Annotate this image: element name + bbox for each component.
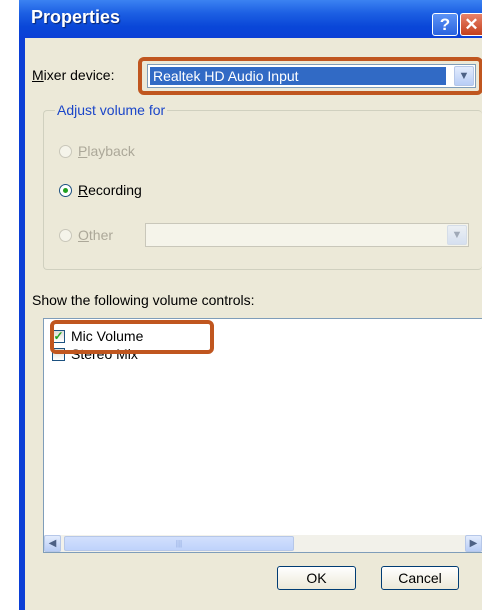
other-device-dropdown[interactable]: ▼ bbox=[145, 223, 469, 247]
window-title: Properties bbox=[31, 7, 121, 27]
help-button[interactable]: ? bbox=[432, 13, 458, 36]
radio-other-accel: O bbox=[78, 227, 89, 243]
radio-playback-label: Playback bbox=[78, 143, 135, 159]
mixer-label-accel: M bbox=[32, 67, 44, 83]
radio-other-rest: ther bbox=[88, 227, 114, 243]
cancel-button[interactable]: Cancel bbox=[381, 566, 459, 590]
radio-recording-label: Recording bbox=[78, 182, 142, 198]
scroll-right-icon[interactable]: ▶ bbox=[465, 535, 482, 552]
radio-recording-accel: R bbox=[78, 182, 89, 198]
radio-recording-rest: ecording bbox=[88, 182, 142, 198]
mixer-label-rest: ixer device: bbox=[43, 67, 115, 83]
title-bar[interactable]: Properties ? ✕ bbox=[19, 0, 482, 38]
radio-other-label: Other bbox=[78, 227, 113, 243]
chevron-down-icon[interactable]: ▼ bbox=[447, 225, 467, 245]
mixer-device-label: Mixer device: bbox=[32, 67, 114, 83]
horizontal-scrollbar[interactable]: ◀ ||| ▶ bbox=[44, 535, 482, 552]
properties-dialog: Properties ? ✕ Mixer device: Realtek HD … bbox=[19, 0, 482, 610]
radio-playback-accel: P bbox=[78, 143, 88, 159]
radio-playback-rest: layback bbox=[87, 143, 135, 159]
radio-selected-dot bbox=[63, 188, 68, 193]
scroll-thumb[interactable]: ||| bbox=[64, 536, 294, 551]
adjust-volume-title: Adjust volume for bbox=[55, 102, 168, 118]
scroll-left-icon[interactable]: ◀ bbox=[44, 535, 61, 552]
radio-playback-indicator[interactable] bbox=[59, 145, 72, 158]
dialog-body: Mixer device: Realtek HD Audio Input ▼ A… bbox=[25, 38, 482, 610]
mic-volume-highlight-callout bbox=[50, 320, 214, 354]
mixer-highlight-callout bbox=[138, 57, 482, 95]
ok-button[interactable]: OK bbox=[277, 566, 356, 590]
close-button[interactable]: ✕ bbox=[460, 13, 482, 36]
radio-other-indicator[interactable] bbox=[59, 229, 72, 242]
radio-recording-indicator[interactable] bbox=[59, 184, 72, 197]
volume-controls-label: Show the following volume controls: bbox=[32, 292, 255, 308]
